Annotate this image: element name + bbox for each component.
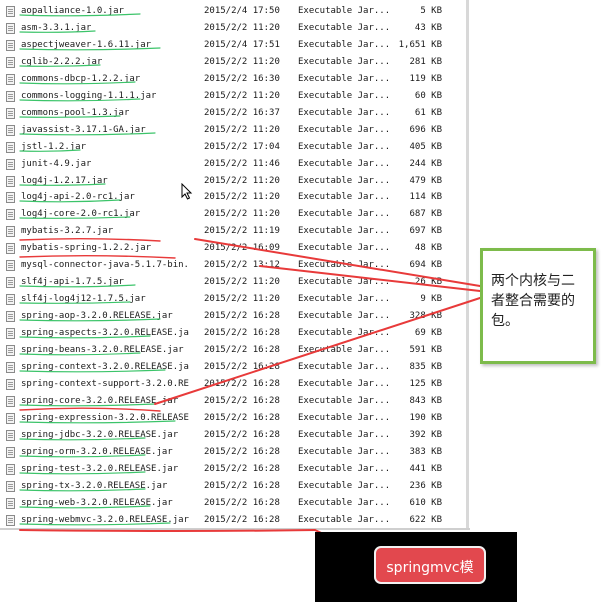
green-underline xyxy=(19,98,141,102)
mouse-cursor-icon xyxy=(181,183,193,200)
green-underline xyxy=(19,335,151,339)
green-underline xyxy=(19,505,151,509)
core-packages-note: 两个内核与二者整合需要的包。 xyxy=(491,273,575,329)
green-underline xyxy=(19,454,146,458)
green-underline xyxy=(19,216,131,219)
red-pointer-line xyxy=(19,529,316,532)
green-underline xyxy=(19,437,146,441)
green-underline xyxy=(19,115,121,118)
red-underline xyxy=(19,407,161,412)
green-underline xyxy=(19,47,161,51)
green-underline xyxy=(19,183,106,186)
green-underline xyxy=(19,301,131,304)
green-underline xyxy=(19,369,166,373)
red-pointer-line xyxy=(154,297,481,405)
green-underline xyxy=(19,132,156,136)
green-underline xyxy=(19,318,161,322)
red-pointer-line xyxy=(194,238,481,287)
green-underline xyxy=(19,13,141,17)
green-underline xyxy=(19,30,96,33)
green-underline xyxy=(19,149,81,152)
red-underline xyxy=(19,255,176,259)
green-underline xyxy=(19,488,146,492)
green-underline xyxy=(19,199,121,203)
springmvc-callout: springmvc模 xyxy=(374,546,486,584)
springmvc-note: springmvc模 xyxy=(386,560,474,576)
green-underline xyxy=(19,420,176,424)
green-underline xyxy=(19,352,141,356)
green-underline xyxy=(19,284,136,288)
red-underline xyxy=(19,238,161,242)
green-underline xyxy=(19,522,171,526)
red-pointer-line xyxy=(259,265,481,292)
green-underline xyxy=(19,471,146,475)
green-underline xyxy=(19,81,136,85)
green-underline xyxy=(19,64,101,67)
green-underline xyxy=(19,403,156,407)
core-packages-callout: 两个内核与二者整合需要的包。 xyxy=(480,248,596,364)
